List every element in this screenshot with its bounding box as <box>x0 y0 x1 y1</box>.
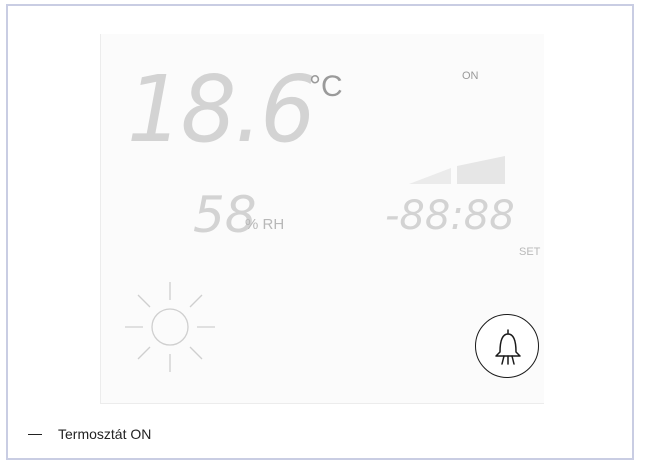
temperature-unit: °C <box>309 70 343 103</box>
figure-caption: Termosztát ON <box>28 426 151 442</box>
on-indicator: ON <box>462 70 479 82</box>
figure-frame: 18.6 °C ON 58 % RH -88:88 SET Termosztát… <box>6 4 634 460</box>
signal-strength-icon <box>409 156 505 184</box>
alarm-button[interactable] <box>475 314 539 378</box>
set-label: SET <box>519 246 541 258</box>
temperature-readout: 18.6 <box>127 56 316 163</box>
bell-icon <box>495 329 521 365</box>
caption-text: Termosztát ON <box>58 426 152 442</box>
legend-dash <box>28 433 42 435</box>
thermostat-display: 18.6 °C ON 58 % RH -88:88 SET <box>100 34 544 404</box>
clock-readout: -88:88 <box>385 193 515 239</box>
sun-icon <box>125 282 215 372</box>
humidity-unit: % RH <box>245 216 285 233</box>
